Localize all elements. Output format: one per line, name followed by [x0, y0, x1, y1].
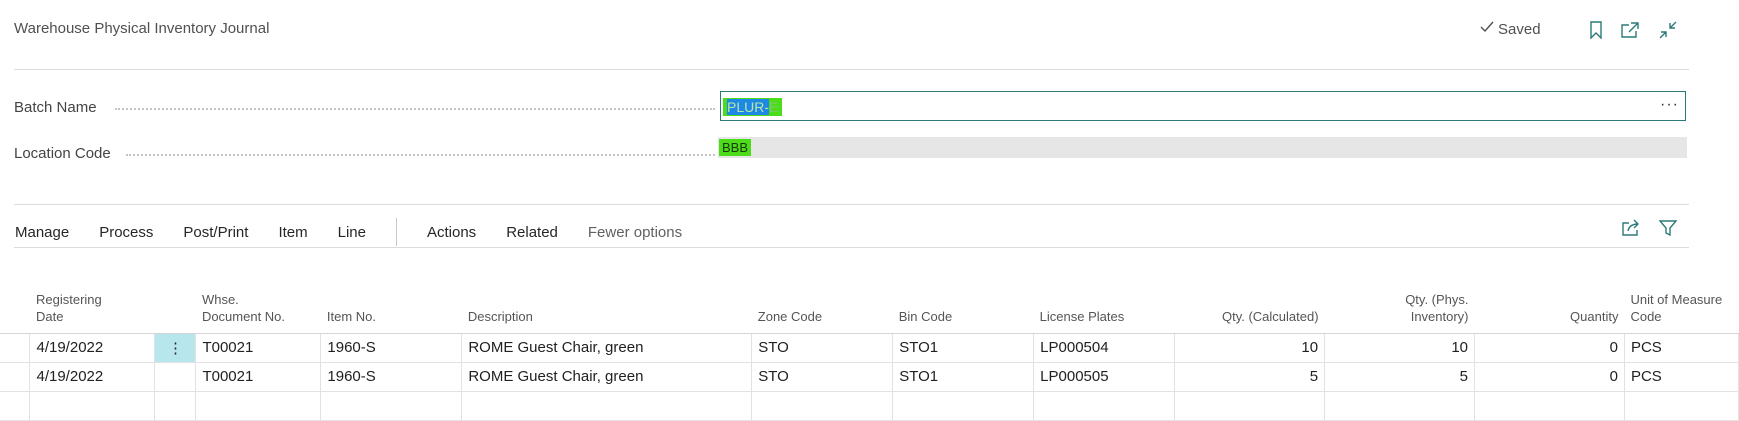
menu-actions[interactable]: Actions	[412, 224, 491, 241]
row-selector[interactable]	[0, 362, 31, 392]
more-vertical-icon: ⋮	[167, 339, 183, 357]
header-quantity[interactable]: Quantity	[1474, 290, 1625, 334]
saved-status: Saved	[1480, 20, 1541, 38]
cell-qty-calculated[interactable]: 10	[1174, 333, 1326, 363]
cell-whse-document-no[interactable]: T00021	[195, 362, 322, 392]
share-icon[interactable]	[1619, 216, 1643, 240]
empty-cell[interactable]	[320, 391, 463, 421]
location-code-field	[718, 137, 1687, 158]
header-spacer	[0, 290, 30, 334]
empty-cell[interactable]	[1474, 391, 1625, 421]
cell-item-no[interactable]: 1960-S	[320, 333, 463, 363]
header-whse-document-no[interactable]: Whse. Document No.	[195, 290, 321, 334]
empty-cell[interactable]	[195, 391, 322, 421]
fields-divider	[14, 204, 1689, 205]
batch-name-leader	[115, 108, 715, 110]
header-registering-date[interactable]: Registering Date	[29, 290, 155, 334]
cell-description[interactable]: ROME Guest Chair, green	[461, 362, 753, 392]
menu-item[interactable]: Item	[263, 224, 322, 241]
empty-cell[interactable]	[29, 391, 156, 421]
batch-name-rest-text: E	[769, 99, 779, 115]
header-qty-phys-inventory[interactable]: Qty. (Phys. Inventory)	[1324, 290, 1475, 334]
batch-name-value: PLUR-E	[723, 98, 783, 116]
menu-separator	[395, 218, 397, 246]
batch-name-input[interactable]	[720, 91, 1686, 121]
menu-line[interactable]: Line	[323, 224, 381, 241]
cell-description[interactable]: ROME Guest Chair, green	[461, 333, 753, 363]
journal-lines-table: Registering Date Whse. Document No. Item N…	[0, 290, 1739, 421]
cell-license-plates[interactable]: LP000504	[1033, 333, 1176, 363]
table-row[interactable]: 4/19/2022 T00021 1960-S ROME Guest Chair…	[0, 362, 1739, 392]
location-code-value: BBB	[719, 139, 752, 156]
cell-unit-of-measure-code[interactable]: PCS	[1624, 362, 1739, 392]
empty-cell[interactable]	[154, 391, 197, 421]
cell-quantity[interactable]: 0	[1474, 362, 1625, 392]
cell-zone-code[interactable]: STO	[751, 362, 894, 392]
cell-qty-phys-inventory[interactable]: 5	[1324, 362, 1476, 392]
row-selector[interactable]	[0, 391, 31, 421]
table-header-row: Registering Date Whse. Document No. Item N…	[0, 290, 1739, 334]
page-title: Warehouse Physical Inventory Journal	[14, 20, 270, 37]
cell-registering-date[interactable]: 4/19/2022	[29, 333, 156, 363]
cell-bin-code[interactable]: STO1	[892, 362, 1035, 392]
cell-quantity[interactable]: 0	[1474, 333, 1625, 363]
menu-process[interactable]: Process	[84, 224, 168, 241]
batch-name-label: Batch Name	[14, 99, 97, 116]
table-row[interactable]: 4/19/2022 ⋮ T00021 1960-S ROME Guest Cha…	[0, 333, 1739, 363]
cell-item-no[interactable]: 1960-S	[320, 362, 463, 392]
empty-cell[interactable]	[892, 391, 1035, 421]
action-bar: Manage Process Post/Print Item Line Acti…	[0, 218, 697, 246]
fewer-options-button[interactable]: Fewer options	[573, 224, 697, 241]
header-zone-code[interactable]: Zone Code	[751, 290, 893, 334]
cell-license-plates[interactable]: LP000505	[1033, 362, 1176, 392]
location-code-leader	[126, 154, 715, 156]
header-qty-calculated[interactable]: Qty. (Calculated)	[1174, 290, 1325, 334]
cell-whse-document-no[interactable]: T00021	[195, 333, 322, 363]
filter-icon[interactable]	[1656, 216, 1680, 240]
empty-cell[interactable]	[1624, 391, 1739, 421]
empty-cell[interactable]	[461, 391, 753, 421]
header-bin-code[interactable]: Bin Code	[892, 290, 1034, 334]
row-menu-button[interactable]	[154, 362, 197, 392]
cell-unit-of-measure-code[interactable]: PCS	[1624, 333, 1739, 363]
cell-registering-date[interactable]: 4/19/2022	[29, 362, 156, 392]
header-description[interactable]: Description	[461, 290, 752, 334]
table-row-empty[interactable]	[0, 391, 1739, 421]
batch-name-selected-text: PLUR-	[727, 99, 770, 115]
menu-post-print[interactable]: Post/Print	[168, 224, 263, 241]
header-divider	[14, 69, 1689, 70]
cell-qty-phys-inventory[interactable]: 10	[1324, 333, 1476, 363]
row-menu-button[interactable]: ⋮	[154, 333, 197, 363]
empty-cell[interactable]	[751, 391, 894, 421]
header-license-plates[interactable]: License Plates	[1033, 290, 1175, 334]
open-new-window-icon[interactable]	[1618, 18, 1642, 42]
lookup-more-button[interactable]: ···	[1660, 96, 1679, 114]
cell-qty-calculated[interactable]: 5	[1174, 362, 1326, 392]
bookmark-icon[interactable]	[1584, 18, 1608, 42]
empty-cell[interactable]	[1174, 391, 1326, 421]
cell-bin-code[interactable]: STO1	[892, 333, 1035, 363]
menu-divider	[14, 247, 1689, 248]
empty-cell[interactable]	[1033, 391, 1176, 421]
menu-manage[interactable]: Manage	[0, 224, 84, 241]
checkmark-icon	[1480, 20, 1494, 38]
location-code-label: Location Code	[14, 145, 111, 162]
empty-cell[interactable]	[1324, 391, 1476, 421]
header-unit-of-measure-code[interactable]: Unit of Measure Code	[1624, 290, 1739, 334]
cell-zone-code[interactable]: STO	[751, 333, 894, 363]
header-row-menu-spacer	[154, 290, 196, 334]
header-item-no[interactable]: Item No.	[320, 290, 462, 334]
row-selector[interactable]	[0, 333, 31, 363]
saved-label: Saved	[1498, 20, 1541, 38]
menu-related[interactable]: Related	[491, 224, 573, 241]
collapse-icon[interactable]	[1656, 18, 1680, 42]
